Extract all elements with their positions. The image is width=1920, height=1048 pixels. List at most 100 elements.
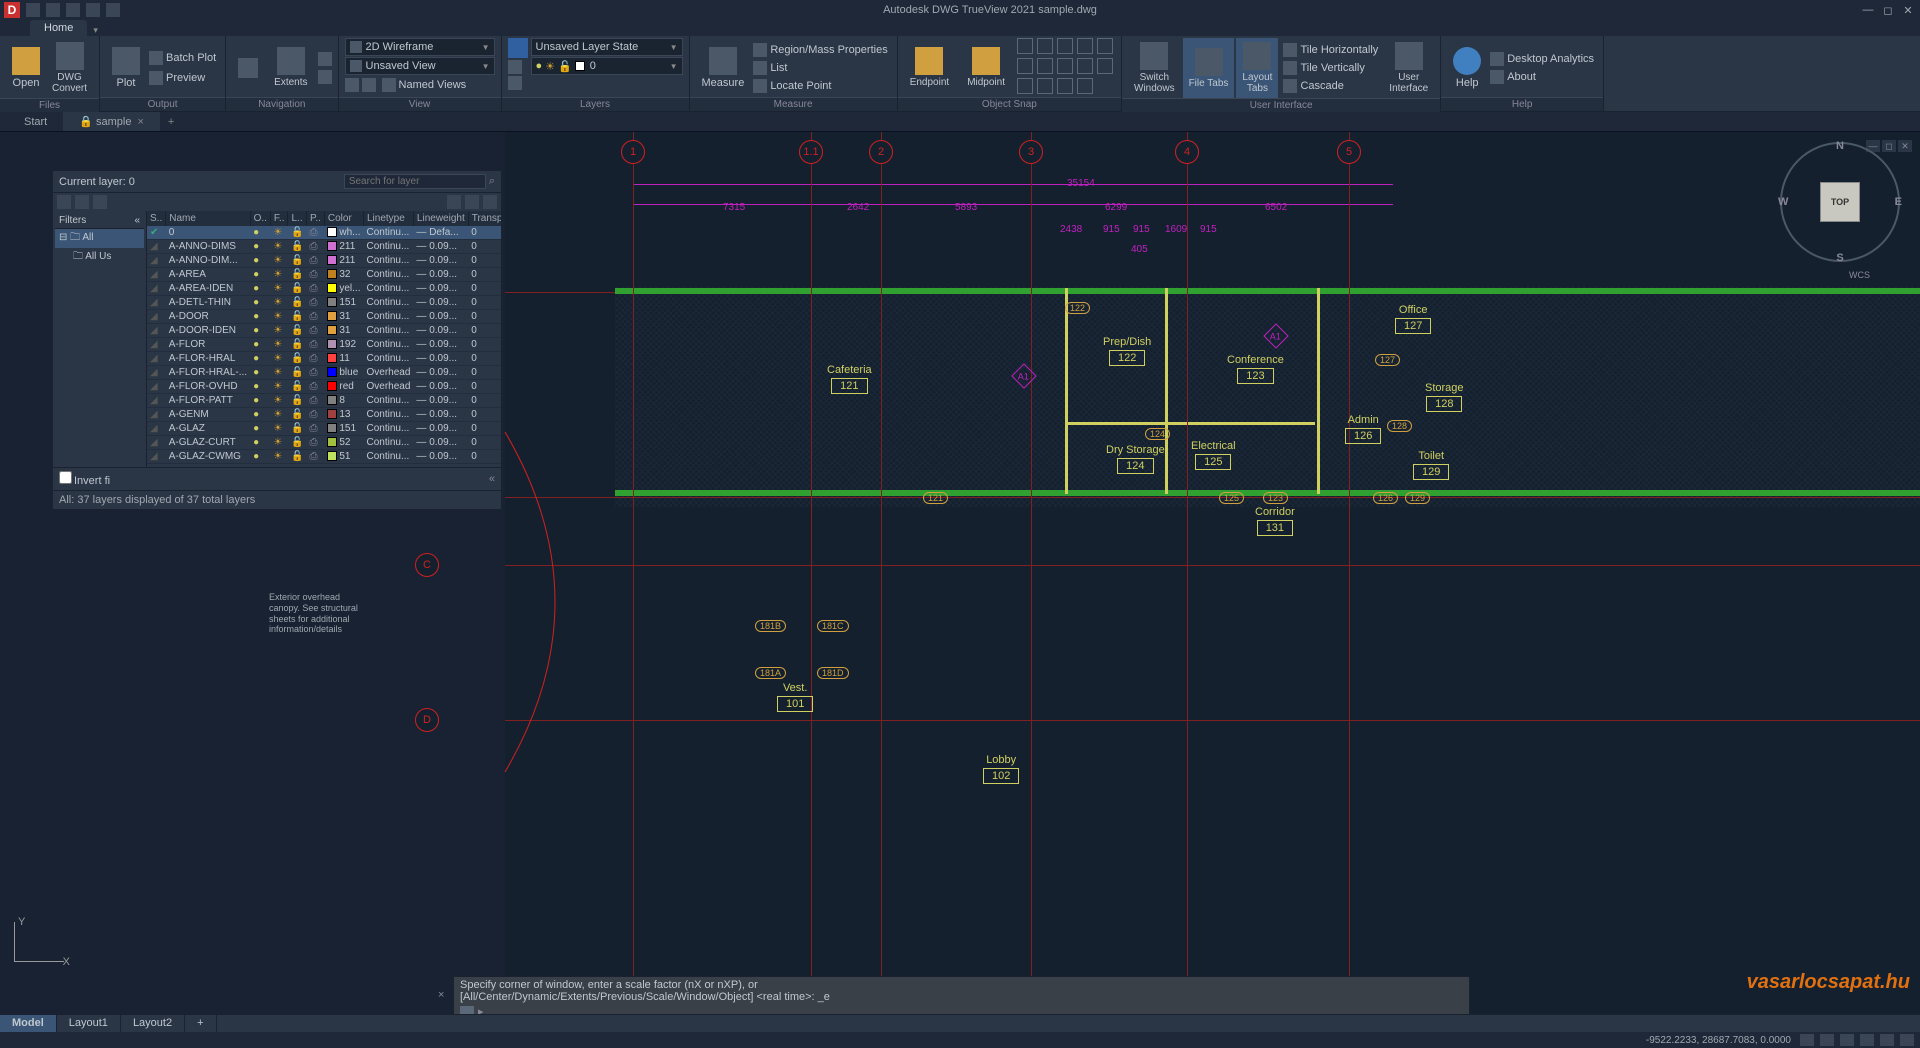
batch-plot-button[interactable]: Batch Plot <box>146 50 219 66</box>
about-button[interactable]: About <box>1487 69 1597 85</box>
file-tabs-button[interactable]: File Tabs <box>1183 38 1235 98</box>
snap-center-icon[interactable] <box>1017 38 1033 54</box>
col-lock[interactable]: L.. <box>288 211 306 226</box>
snap-tan-icon[interactable] <box>1077 58 1093 74</box>
invert-filter-checkbox[interactable]: Invert fi <box>59 471 110 487</box>
layer-refresh-icon[interactable] <box>465 195 479 209</box>
status-monitor-icon[interactable] <box>1880 1034 1894 1046</box>
layer-row[interactable]: ◢A-ANNO-DIM...●☀🔓⎙211Continu...— 0.09...… <box>147 254 501 268</box>
locate-button[interactable]: Locate Point <box>750 78 890 94</box>
ribbon-expand-icon[interactable]: ▾ <box>93 25 98 36</box>
command-line[interactable]: × Specify corner of window, enter a scal… <box>453 976 1470 1016</box>
pan-button[interactable] <box>232 54 264 82</box>
coords-display[interactable]: -9522.2233, 28687.7083, 0.0000 <box>1643 1035 1794 1046</box>
filter-all-used[interactable]: 🗀 All Us <box>55 248 144 267</box>
layer-row[interactable]: ◢A-ANNO-DIMS●☀🔓⎙211Continu...— 0.09...0☀ <box>147 240 501 254</box>
home-tab[interactable]: Home <box>30 20 87 36</box>
layer-settings-icon[interactable] <box>483 195 497 209</box>
layer-row[interactable]: ◢A-DETL-THIN●☀🔓⎙151Continu...— 0.09...0☀ <box>147 296 501 310</box>
layer-props-icon[interactable] <box>508 38 528 58</box>
col-name[interactable]: Name <box>166 211 250 226</box>
layer-row[interactable]: ✔0●☀🔓⎙wh...Continu...— Defa...0☀ <box>147 226 501 240</box>
layer-row[interactable]: ◢A-FLOR●☀🔓⎙192Continu...— 0.09...0☀ <box>147 338 501 352</box>
tab-close-icon[interactable]: × <box>137 116 143 128</box>
layer-state-dropdown[interactable]: Unsaved Layer State▼ <box>531 38 683 56</box>
layer-row[interactable]: ◢A-AREA●☀🔓⎙32Continu...— 0.09...0☀ <box>147 268 501 282</box>
view-tool2-icon[interactable] <box>362 78 376 92</box>
layer-row[interactable]: ◢A-AREA-IDEN●☀🔓⎙yel...Continu...— 0.09..… <box>147 282 501 296</box>
layer-tool-icon[interactable] <box>508 60 522 74</box>
snap-ext-icon[interactable] <box>1017 58 1033 74</box>
layer-tool2-icon[interactable] <box>508 76 522 90</box>
drawing-viewport[interactable]: — ◻ ✕ Exterior overhead canopy. See stru… <box>505 132 1920 1016</box>
layer-search-input[interactable] <box>344 174 486 189</box>
col-color[interactable]: Color <box>324 211 363 226</box>
user-interface-button[interactable]: User Interface <box>1383 38 1434 98</box>
sample-doc-tab[interactable]: 🔒 sample× <box>63 112 160 131</box>
snap-ins-icon[interactable] <box>1037 58 1053 74</box>
add-layout-icon[interactable]: + <box>185 1015 216 1032</box>
start-doc-tab[interactable]: Start <box>8 113 63 131</box>
col-status[interactable]: S.. <box>147 211 166 226</box>
col-plot[interactable]: P.. <box>306 211 324 226</box>
footer-collapse-icon[interactable]: « <box>489 473 495 485</box>
switch-windows-button[interactable]: Switch Windows <box>1128 38 1181 98</box>
snap-geo-icon[interactable] <box>1037 38 1053 54</box>
layer-row[interactable]: ◢A-FLOR-HRAL-...●☀🔓⎙blueOverhead— 0.09..… <box>147 366 501 380</box>
layer-row[interactable]: ◢A-GENM●☀🔓⎙13Continu...— 0.09...0☀ <box>147 408 501 422</box>
layer-set-icon[interactable] <box>93 195 107 209</box>
layer-row[interactable]: ◢A-FLOR-HRAL●☀🔓⎙11Continu...— 0.09...0☀ <box>147 352 501 366</box>
cmdline-close-icon[interactable]: × <box>438 989 444 1001</box>
saved-view-dropdown[interactable]: Unsaved View▼ <box>345 57 495 75</box>
search-icon[interactable]: ⌕ <box>489 175 495 188</box>
layout-tabs-button[interactable]: Layout Tabs <box>1236 38 1278 98</box>
layer-grid[interactable]: S.. Name O.. F.. L.. P.. Color Linetype … <box>147 211 501 467</box>
nav-icon[interactable] <box>318 70 332 84</box>
close-button[interactable]: ✕ <box>1900 3 1916 17</box>
tile-v-button[interactable]: Tile Vertically <box>1280 60 1381 76</box>
vp-close-icon[interactable]: ✕ <box>1898 140 1912 152</box>
qat-plot-icon[interactable] <box>46 3 60 17</box>
dwg-convert-button[interactable]: DWG Convert <box>46 38 93 98</box>
filter-all[interactable]: ⊟ 🗀 All <box>55 229 144 248</box>
col-on[interactable]: O.. <box>250 211 270 226</box>
cascade-button[interactable]: Cascade <box>1280 78 1381 94</box>
status-scale-icon[interactable] <box>1840 1034 1854 1046</box>
qat-open-icon[interactable] <box>26 3 40 17</box>
snap-none-icon[interactable] <box>1057 78 1073 94</box>
named-views-button[interactable]: Named Views <box>379 77 470 93</box>
endpoint-button[interactable]: Endpoint <box>904 38 955 97</box>
model-tab[interactable]: Model <box>0 1015 57 1032</box>
qat-more-icon[interactable] <box>106 3 120 17</box>
status-grid-icon[interactable] <box>1820 1034 1834 1046</box>
list-button[interactable]: List <box>750 60 890 76</box>
visual-style-dropdown[interactable]: 2D Wireframe▼ <box>345 38 495 56</box>
layout1-tab[interactable]: Layout1 <box>57 1015 121 1032</box>
compass-east[interactable]: E <box>1895 196 1902 208</box>
layer-del-icon[interactable] <box>75 195 89 209</box>
help-button[interactable]: Help <box>1447 38 1487 97</box>
status-model-icon[interactable] <box>1800 1034 1814 1046</box>
status-gear-icon[interactable] <box>1860 1034 1874 1046</box>
open-button[interactable]: Open <box>6 38 46 98</box>
layer-row[interactable]: ◢A-DOOR●☀🔓⎙31Continu...— 0.09...0☀ <box>147 310 501 324</box>
layer-row[interactable]: ◢A-FLOR-PATT●☀🔓⎙8Continu...— 0.09...0☀ <box>147 394 501 408</box>
layer-row[interactable]: ◢A-GLAZ-CURT●☀🔓⎙52Continu...— 0.09...0☀ <box>147 436 501 450</box>
compass-south[interactable]: S <box>1836 252 1843 264</box>
layer-row[interactable]: ◢A-FLOR-OVHD●☀🔓⎙redOverhead— 0.09...0☀ <box>147 380 501 394</box>
snap-int-icon[interactable] <box>1097 38 1113 54</box>
wcs-label[interactable]: WCS <box>1849 270 1870 280</box>
layer-filter-icon[interactable] <box>447 195 461 209</box>
layout2-tab[interactable]: Layout2 <box>121 1015 185 1032</box>
snap-perp-icon[interactable] <box>1057 58 1073 74</box>
col-transparency[interactable]: Transp... <box>468 211 501 226</box>
region-button[interactable]: Region/Mass Properties <box>750 42 890 58</box>
analytics-button[interactable]: Desktop Analytics <box>1487 51 1597 67</box>
col-linetype[interactable]: Linetype <box>364 211 414 226</box>
layer-row[interactable]: ◢A-DOOR-IDEN●☀🔓⎙31Continu...— 0.09...0☀ <box>147 324 501 338</box>
status-custom-icon[interactable] <box>1900 1034 1914 1046</box>
minimize-button[interactable]: — <box>1860 3 1876 17</box>
snap-par-icon[interactable] <box>1037 78 1053 94</box>
layer-row[interactable]: ◢A-GLAZ-CWMG●☀🔓⎙51Continu...— 0.09...0☀ <box>147 450 501 464</box>
plot-button[interactable]: Plot <box>106 38 146 97</box>
